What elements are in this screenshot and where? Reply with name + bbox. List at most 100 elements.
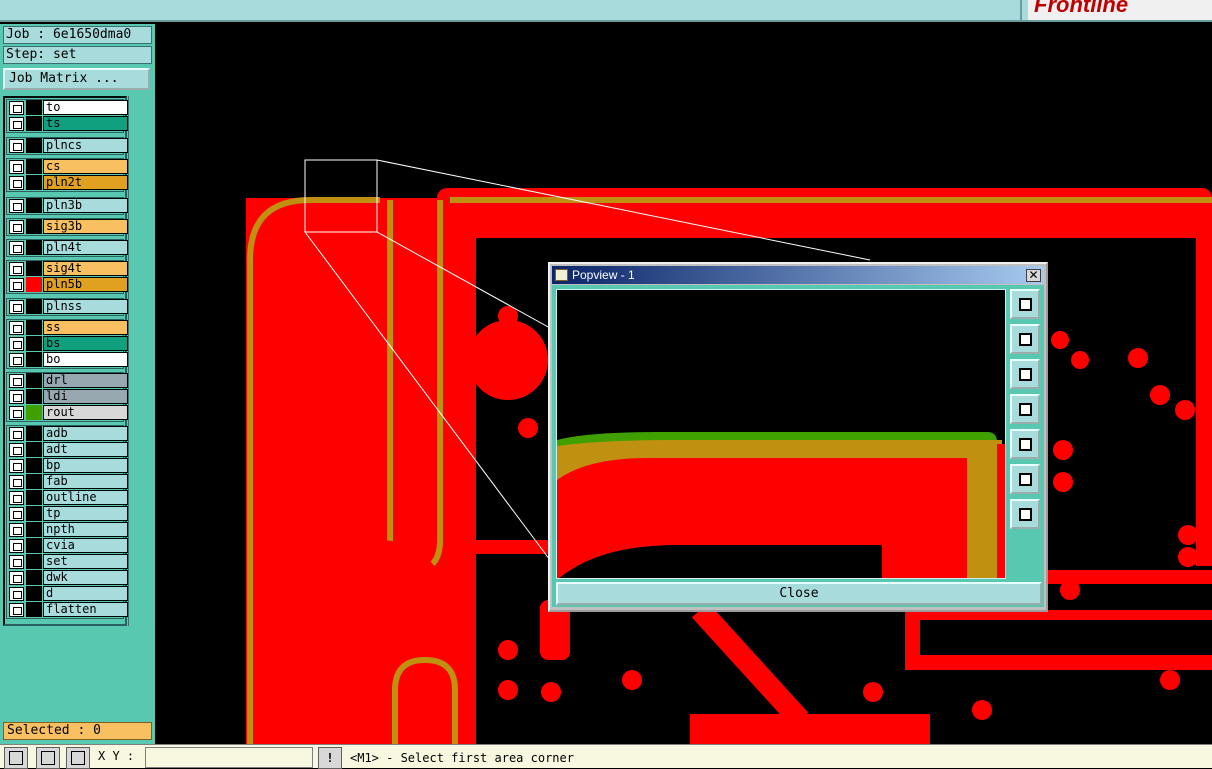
layer-name[interactable]: set xyxy=(43,554,128,569)
layer-row-flatten[interactable]: flatten xyxy=(8,602,128,617)
layer-checkbox[interactable] xyxy=(9,374,24,388)
layer-color-swatch[interactable] xyxy=(26,219,42,234)
layer-checkbox[interactable] xyxy=(9,523,24,537)
layer-row-plncs[interactable]: plncs xyxy=(8,138,128,153)
layer-color-swatch[interactable] xyxy=(26,586,42,601)
layer-color-swatch[interactable] xyxy=(26,538,42,553)
pan-down-icon[interactable] xyxy=(1010,359,1040,389)
layer-name[interactable]: pln5b xyxy=(43,277,128,292)
layer-checkbox[interactable] xyxy=(9,406,24,420)
layer-name[interactable]: ts xyxy=(43,116,128,131)
layer-row-tp[interactable]: tp xyxy=(8,506,128,521)
layer-name[interactable]: fab xyxy=(43,474,128,489)
layer-name[interactable]: pln4t xyxy=(43,240,128,255)
layer-checkbox[interactable] xyxy=(9,176,24,190)
layer-name[interactable]: bp xyxy=(43,458,128,473)
layer-row-outline[interactable]: outline xyxy=(8,490,128,505)
layer-color-swatch[interactable] xyxy=(26,299,42,314)
layer-row-ts[interactable]: ts xyxy=(8,116,128,131)
zoom-in-icon[interactable] xyxy=(1010,499,1040,529)
grid-icon[interactable] xyxy=(66,747,90,769)
layer-row-adb[interactable]: adb xyxy=(8,426,128,441)
layer-color-swatch[interactable] xyxy=(26,426,42,441)
layer-row-bo[interactable]: bo xyxy=(8,352,128,367)
alert-button[interactable]: ! xyxy=(318,747,342,769)
layer-checkbox[interactable] xyxy=(9,555,24,569)
layer-color-swatch[interactable] xyxy=(26,100,42,115)
layer-name[interactable]: pln2t xyxy=(43,175,128,190)
layer-row-npth[interactable]: npth xyxy=(8,522,128,537)
layer-color-swatch[interactable] xyxy=(26,240,42,255)
layer-name[interactable]: to xyxy=(43,100,128,115)
layer-checkbox[interactable] xyxy=(9,353,24,367)
layer-checkbox[interactable] xyxy=(9,587,24,601)
layer-color-swatch[interactable] xyxy=(26,389,42,404)
layer-name[interactable]: plnss xyxy=(43,299,128,314)
zoom-area-icon[interactable] xyxy=(4,747,28,769)
layer-color-swatch[interactable] xyxy=(26,277,42,292)
layer-color-swatch[interactable] xyxy=(26,175,42,190)
layer-row-ss[interactable]: ss xyxy=(8,320,128,335)
popview-titlebar[interactable]: Popview - 1 ✕ xyxy=(552,266,1044,284)
layer-checkbox[interactable] xyxy=(9,278,24,292)
layer-checkbox[interactable] xyxy=(9,241,24,255)
layer-scrollbar[interactable] xyxy=(128,96,152,626)
layer-row-cs[interactable]: cs xyxy=(8,159,128,174)
layer-checkbox[interactable] xyxy=(9,491,24,505)
zoom-fit-icon[interactable] xyxy=(1010,289,1040,319)
layer-checkbox[interactable] xyxy=(9,507,24,521)
layer-checkbox[interactable] xyxy=(9,539,24,553)
layer-row-rout[interactable]: rout xyxy=(8,405,128,420)
layer-checkbox[interactable] xyxy=(9,427,24,441)
layer-color-swatch[interactable] xyxy=(26,138,42,153)
layer-name[interactable]: bo xyxy=(43,352,128,367)
layer-name[interactable]: plncs xyxy=(43,138,128,153)
layer-row-pln4t[interactable]: pln4t xyxy=(8,240,128,255)
layer-name[interactable]: ss xyxy=(43,320,128,335)
layer-name[interactable]: cs xyxy=(43,159,128,174)
layer-name[interactable]: bs xyxy=(43,336,128,351)
layer-row-d[interactable]: d xyxy=(8,586,128,601)
layer-color-swatch[interactable] xyxy=(26,522,42,537)
layer-checkbox[interactable] xyxy=(9,160,24,174)
layer-checkbox[interactable] xyxy=(9,139,24,153)
layer-name[interactable]: cvia xyxy=(43,538,128,553)
layer-name[interactable]: npth xyxy=(43,522,128,537)
layer-checkbox[interactable] xyxy=(9,117,24,131)
layer-row-fab[interactable]: fab xyxy=(8,474,128,489)
layer-name[interactable]: ldi xyxy=(43,389,128,404)
layer-color-swatch[interactable] xyxy=(26,261,42,276)
layer-name[interactable]: tp xyxy=(43,506,128,521)
zoom-out-icon[interactable] xyxy=(1010,464,1040,494)
layer-checkbox[interactable] xyxy=(9,321,24,335)
layer-checkbox[interactable] xyxy=(9,199,24,213)
layer-row-plnss[interactable]: plnss xyxy=(8,299,128,314)
layer-checkbox[interactable] xyxy=(9,220,24,234)
pan-right-icon[interactable] xyxy=(1010,429,1040,459)
popview-canvas[interactable] xyxy=(556,289,1006,579)
layer-row-sig3b[interactable]: sig3b xyxy=(8,219,128,234)
layer-color-swatch[interactable] xyxy=(26,198,42,213)
measure-icon[interactable] xyxy=(36,747,60,769)
layer-row-drl[interactable]: drl xyxy=(8,373,128,388)
layer-color-swatch[interactable] xyxy=(26,405,42,420)
layer-color-swatch[interactable] xyxy=(26,373,42,388)
layer-row-sig4t[interactable]: sig4t xyxy=(8,261,128,276)
layer-checkbox[interactable] xyxy=(9,300,24,314)
layer-color-swatch[interactable] xyxy=(26,554,42,569)
layer-name[interactable]: adt xyxy=(43,442,128,457)
layer-color-swatch[interactable] xyxy=(26,336,42,351)
layer-name[interactable]: outline xyxy=(43,490,128,505)
close-button[interactable]: Close xyxy=(556,582,1042,605)
layer-color-swatch[interactable] xyxy=(26,320,42,335)
job-matrix-button[interactable]: Job Matrix ... xyxy=(3,68,150,90)
layer-checkbox[interactable] xyxy=(9,337,24,351)
layer-row-cvia[interactable]: cvia xyxy=(8,538,128,553)
layer-color-swatch[interactable] xyxy=(26,458,42,473)
layer-row-to[interactable]: to xyxy=(8,100,128,115)
layer-row-adt[interactable]: adt xyxy=(8,442,128,457)
layer-color-swatch[interactable] xyxy=(26,570,42,585)
layer-row-bp[interactable]: bp xyxy=(8,458,128,473)
layer-name[interactable]: sig3b xyxy=(43,219,128,234)
layer-name[interactable]: dwk xyxy=(43,570,128,585)
